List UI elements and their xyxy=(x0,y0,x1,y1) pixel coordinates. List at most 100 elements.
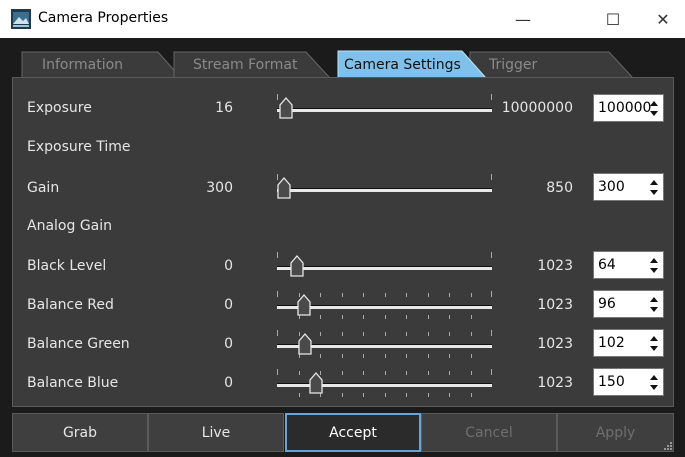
slider-tick xyxy=(384,354,386,358)
exposure-time-label: Exposure Time xyxy=(27,139,131,155)
slider-tick xyxy=(363,293,364,297)
slider-tick xyxy=(406,354,407,358)
balance-green-label: Balance Green xyxy=(27,336,130,352)
title-bar[interactable]: Camera Properties — ☐ ✕ xyxy=(0,0,685,38)
slider-tick xyxy=(384,315,386,319)
balance-red-spinbox[interactable]: 96 xyxy=(593,290,664,318)
slider-tick xyxy=(427,371,429,375)
tab-stream-format[interactable]: Stream Format xyxy=(193,57,297,73)
exposure-max: 10000000 xyxy=(501,100,573,116)
gain-decrement-icon[interactable] xyxy=(650,190,658,195)
slider-tick xyxy=(449,293,450,297)
gain-track[interactable] xyxy=(277,188,492,192)
balance-green-min: 0 xyxy=(224,336,233,352)
button-bar: Grab Live Accept Cancel Apply xyxy=(12,413,674,452)
balance-green-value: 102 xyxy=(598,335,625,351)
black-level-increment-icon[interactable] xyxy=(650,258,658,263)
tab-trigger[interactable]: Trigger xyxy=(489,57,537,73)
gain-increment-icon[interactable] xyxy=(650,180,658,185)
balance-red-max: 1023 xyxy=(537,297,573,313)
resize-grip-icon[interactable] xyxy=(662,440,672,450)
slider-tick xyxy=(384,332,386,336)
slider-tick xyxy=(427,393,429,397)
balance-green-decrement-icon[interactable] xyxy=(650,346,658,351)
exposure-decrement-icon[interactable] xyxy=(650,111,658,116)
slider-end-mark xyxy=(491,252,492,258)
slider-tick xyxy=(363,393,364,397)
balance-red-value: 96 xyxy=(598,296,616,312)
slider-tick xyxy=(470,354,472,358)
slider-tick xyxy=(470,393,472,397)
balance-red-slider-thumb[interactable] xyxy=(297,294,311,316)
slider-tick xyxy=(406,393,407,397)
slider-end-mark xyxy=(491,369,492,375)
camera-app-icon xyxy=(11,9,31,29)
slider-end-mark xyxy=(277,291,278,297)
slider-tick xyxy=(449,371,450,375)
balance-green-spinbox[interactable]: 102 xyxy=(593,329,664,357)
slider-tick xyxy=(341,354,343,358)
slider-tick xyxy=(320,293,321,297)
slider-tick xyxy=(363,371,364,375)
slider-tick xyxy=(427,332,429,336)
maximize-icon: ☐ xyxy=(605,9,621,29)
exposure-slider-thumb[interactable] xyxy=(279,97,293,119)
slider-tick xyxy=(406,315,407,319)
slider-tick xyxy=(384,293,386,297)
gain-max: 850 xyxy=(546,180,573,196)
gain-min: 300 xyxy=(206,180,233,196)
slider-tick xyxy=(406,293,407,297)
balance-green-slider-thumb[interactable] xyxy=(298,333,313,355)
slider-tick xyxy=(298,371,300,375)
balance-red-decrement-icon[interactable] xyxy=(650,307,658,312)
cancel-button[interactable]: Cancel xyxy=(421,413,557,452)
gain-slider-thumb[interactable] xyxy=(277,177,291,199)
slider-tick xyxy=(298,393,300,397)
exposure-spinbox[interactable]: 100000 xyxy=(593,94,664,122)
black-level-label: Black Level xyxy=(27,258,107,274)
camera-properties-window: Camera Properties — ☐ ✕ Information Stre… xyxy=(0,0,685,457)
balance-blue-label: Balance Blue xyxy=(27,375,119,391)
balance-green-increment-icon[interactable] xyxy=(650,336,658,341)
slider-tick xyxy=(363,315,364,319)
close-button[interactable]: ✕ xyxy=(640,0,685,38)
slider-tick xyxy=(449,332,450,336)
accept-button[interactable]: Accept xyxy=(285,413,421,452)
exposure-track[interactable] xyxy=(277,108,492,112)
slider-tick xyxy=(427,354,429,358)
black-level-slider-thumb[interactable] xyxy=(290,255,305,277)
apply-button[interactable]: Apply xyxy=(557,413,674,452)
black-level-min: 0 xyxy=(224,258,233,274)
maximize-button[interactable]: ☐ xyxy=(590,0,636,38)
slider-tick xyxy=(320,332,321,336)
balance-blue-decrement-icon[interactable] xyxy=(650,385,658,390)
black-level-track[interactable] xyxy=(277,266,492,270)
slider-tick xyxy=(406,332,407,336)
balance-blue-spinbox[interactable]: 150 xyxy=(593,368,664,396)
window-title: Camera Properties xyxy=(38,10,169,26)
balance-blue-slider-thumb[interactable] xyxy=(308,372,323,394)
balance-blue-max: 1023 xyxy=(537,375,573,391)
exposure-label: Exposure xyxy=(27,100,92,116)
exposure-increment-icon[interactable] xyxy=(650,101,658,106)
black-level-spinbox[interactable]: 64 xyxy=(593,251,664,279)
close-icon: ✕ xyxy=(656,9,670,29)
black-level-decrement-icon[interactable] xyxy=(650,268,658,273)
tab-information[interactable]: Information xyxy=(42,57,123,73)
slider-end-mark xyxy=(277,330,278,336)
grab-button[interactable]: Grab xyxy=(12,413,148,452)
balance-blue-increment-icon[interactable] xyxy=(650,375,658,380)
slider-tick xyxy=(470,315,472,319)
slider-tick xyxy=(341,315,343,319)
gain-spinbox[interactable]: 300 xyxy=(593,173,664,201)
slider-tick xyxy=(427,315,429,319)
minimize-button[interactable]: — xyxy=(500,0,546,38)
black-level-max: 1023 xyxy=(537,258,573,274)
tab-camera-settings[interactable]: Camera Settings xyxy=(344,57,461,73)
tab-strip: Information Stream Format Camera Setting… xyxy=(0,38,685,78)
balance-blue-min: 0 xyxy=(224,375,233,391)
live-button[interactable]: Live xyxy=(148,413,284,452)
balance-red-increment-icon[interactable] xyxy=(650,297,658,302)
slider-tick xyxy=(363,354,364,358)
slider-tick xyxy=(470,293,472,297)
